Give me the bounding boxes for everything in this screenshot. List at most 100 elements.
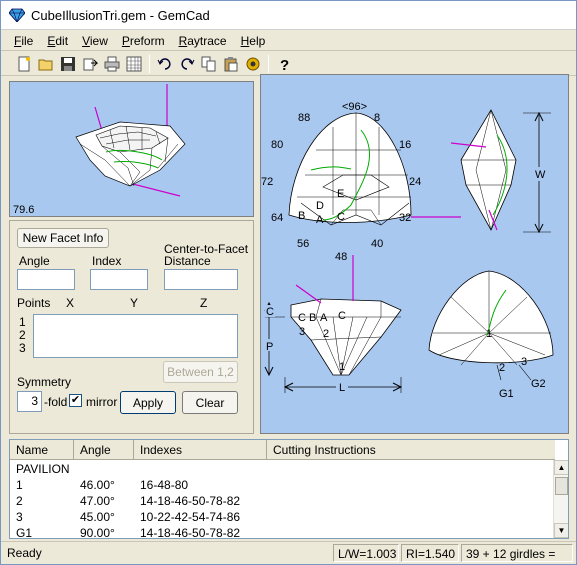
copy-icon[interactable] <box>198 54 220 74</box>
print-icon[interactable] <box>101 54 123 74</box>
idx-48: 48 <box>335 251 347 263</box>
toolbar: ? <box>1 52 576 76</box>
menu-preform[interactable]: Preform <box>115 31 172 51</box>
cell-angle: 90.00° <box>80 526 115 539</box>
fold-label: -fold <box>44 395 68 409</box>
profile-3: 3 <box>299 326 305 338</box>
facet-info-panel: New Facet Info Angle Index Center-to-Fac… <box>9 220 254 434</box>
cell-indexes: 16-48-80 <box>140 478 189 492</box>
mirror-label: mirror <box>86 395 118 409</box>
undo-icon[interactable] <box>154 54 176 74</box>
menu-file[interactable]: File <box>7 31 40 51</box>
pav-G1: G1 <box>499 388 514 400</box>
angle-input[interactable] <box>17 269 75 290</box>
cell-name: 1 <box>16 478 23 492</box>
scroll-down-icon[interactable]: ▼ <box>554 523 568 538</box>
cell-name: 3 <box>16 510 23 524</box>
window-title: CubeIllusionTri.gem - GemCad <box>31 7 210 23</box>
gem-3d-render: 79.6 <box>13 84 186 216</box>
render-view[interactable]: 79.6 <box>9 81 254 217</box>
new-facet-info-button[interactable]: New Facet Info <box>17 228 109 248</box>
status-girdles: 39 + 12 girdles = <box>461 544 573 562</box>
status-ready: Ready <box>7 546 42 560</box>
apply-button[interactable]: Apply <box>120 391 176 414</box>
points-textarea[interactable] <box>33 314 238 358</box>
idx-40: 40 <box>371 238 383 250</box>
menu-view[interactable]: View <box>75 31 115 51</box>
toolbar-separator <box>268 54 269 73</box>
y-label: Y <box>130 296 139 310</box>
index-input[interactable] <box>90 269 148 290</box>
table-scrollbar[interactable]: ▲ ▼ <box>553 460 568 538</box>
scroll-up-icon[interactable]: ▲ <box>554 460 568 475</box>
table-row[interactable]: 2 47.00° 14-18-46-50-78-82 <box>10 493 267 509</box>
cell-indexes: 14-18-46-50-78-82 <box>140 494 241 508</box>
idx-64: 64 <box>271 212 283 224</box>
svg-text:?: ? <box>280 57 289 72</box>
clear-button[interactable]: Clear <box>182 391 238 414</box>
new-icon[interactable] <box>13 54 35 74</box>
menu-edit[interactable]: Edit <box>40 31 75 51</box>
table-row[interactable]: PAVILION <box>10 461 74 477</box>
paste-icon[interactable] <box>220 54 242 74</box>
x-label: X <box>66 296 75 310</box>
pav-G2: G2 <box>531 378 546 390</box>
menu-help[interactable]: Help <box>234 31 273 51</box>
title-bar[interactable]: CubeIllusionTri.gem - GemCad <box>1 1 576 30</box>
menu-raytrace[interactable]: Raytrace <box>172 31 234 51</box>
cell-name: G1 <box>16 526 33 539</box>
status-bar: Ready L/W=1.003 RI=1.540 39 + 12 girdles… <box>1 541 576 564</box>
status-ri: RI=1.540 <box>401 544 459 562</box>
col-indexes[interactable]: Indexes <box>134 440 267 460</box>
col-cutting-instructions[interactable]: Cutting Instructions <box>267 440 555 460</box>
scroll-thumb[interactable] <box>555 477 568 495</box>
table-header: Name Angle Indexes Cutting Instructions <box>10 440 555 460</box>
dim-C: C <box>266 306 274 318</box>
point-row-3: 3 <box>19 341 26 355</box>
save-icon[interactable] <box>57 54 79 74</box>
dim-W: W <box>535 169 546 181</box>
facet-D: D <box>316 200 324 212</box>
point-row-1: 1 <box>19 315 26 329</box>
table-row[interactable]: 1 46.00° 16-48-80 <box>10 477 267 493</box>
profile-1: 1 <box>339 361 345 373</box>
export-icon[interactable] <box>79 54 101 74</box>
table-row[interactable]: G1 90.00° 14-18-46-50-78-82 <box>10 525 267 539</box>
between-button[interactable]: Between 1,2 <box>163 361 238 383</box>
cell-name: PAVILION <box>16 462 70 476</box>
idx-96: <96> <box>342 101 367 113</box>
point-row-2: 2 <box>19 328 26 342</box>
col-angle[interactable]: Angle <box>74 440 134 460</box>
pav-2: 2 <box>499 362 505 374</box>
facet-E: E <box>337 188 344 200</box>
help-icon[interactable]: ? <box>273 54 295 74</box>
idx-24: 24 <box>409 176 421 188</box>
dim-L: L <box>339 382 345 394</box>
grid-icon[interactable] <box>123 54 145 74</box>
profile-B: B <box>309 312 316 324</box>
pav-3: 3 <box>521 356 527 368</box>
profile-C2: C <box>338 310 346 322</box>
ctf-label-2: Distance <box>164 254 211 268</box>
cell-name: 2 <box>16 494 23 508</box>
diagram-view[interactable]: <96> 88 8 80 16 72 24 64 32 56 40 48 E D… <box>260 74 569 434</box>
gem-diagram: <96> 88 8 80 16 72 24 64 32 56 40 48 E D… <box>261 101 554 400</box>
idx-16: 16 <box>399 139 411 151</box>
facet-B: B <box>298 210 305 222</box>
table-row[interactable]: 3 45.00° 10-22-42-54-74-86 <box>10 509 267 525</box>
facet-table: Name Angle Indexes Cutting Instructions … <box>9 439 569 539</box>
cell-angle: 47.00° <box>80 494 115 508</box>
open-icon[interactable] <box>35 54 57 74</box>
dim-P: P <box>266 341 273 353</box>
distance-input[interactable] <box>164 269 238 290</box>
redo-icon[interactable] <box>176 54 198 74</box>
mirror-checkbox[interactable]: ✔ <box>69 394 82 407</box>
idx-72: 72 <box>261 176 273 188</box>
app-window: CubeIllusionTri.gem - GemCad File Edit V… <box>0 0 577 565</box>
menu-bar: File Edit View Preform Raytrace Help <box>1 31 576 51</box>
settings-icon[interactable] <box>242 54 264 74</box>
col-name[interactable]: Name <box>10 440 74 460</box>
angle-label: Angle <box>19 254 50 268</box>
symmetry-input[interactable]: 3 <box>17 391 42 412</box>
points-label: Points <box>17 296 51 310</box>
